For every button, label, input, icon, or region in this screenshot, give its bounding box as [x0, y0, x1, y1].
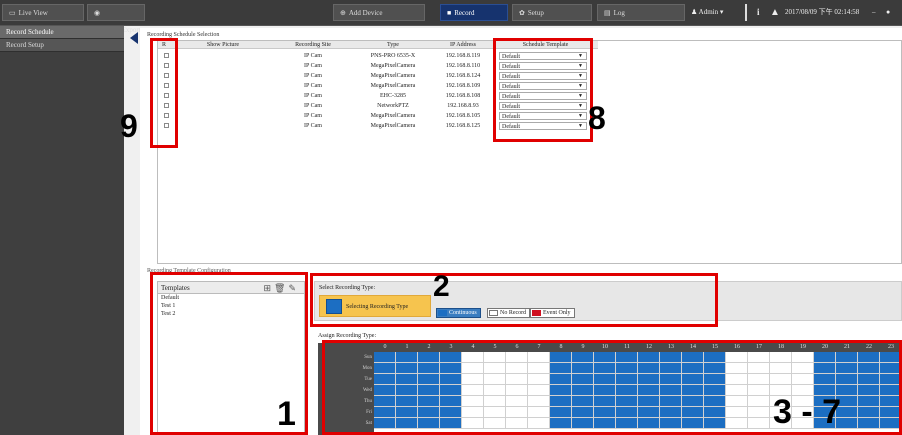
annotation-label-3-7: 3 - 7	[773, 393, 842, 431]
info-icon[interactable]: i	[757, 4, 760, 21]
document-icon: ▤	[604, 9, 611, 17]
type-cell: EHC-3285	[380, 93, 406, 99]
ip-cell: 192.168.8.108	[445, 93, 481, 99]
type-cell: MegaPixelCamera	[370, 123, 416, 129]
recording-site-cell: IP Cam	[304, 113, 322, 119]
ip-cell: 192.168.8.124	[445, 73, 481, 79]
recording-site-cell: IP Cam	[304, 83, 322, 89]
annotation-box-9	[150, 38, 178, 148]
plus-circle-icon: ⊕	[340, 9, 346, 17]
recording-site-cell: IP Cam	[304, 73, 322, 79]
ip-cell: 192.168.8.93	[447, 103, 479, 109]
collapse-sidebar-icon[interactable]	[130, 32, 138, 44]
annotation-box-2	[310, 273, 718, 327]
recording-site-cell: IP Cam	[304, 123, 322, 129]
annotation-label-1: 1	[277, 395, 296, 433]
ip-cell: 192.168.8.110	[445, 63, 481, 69]
type-cell: MegaPixelCamera	[370, 113, 416, 119]
recording-site-cell: IP Cam	[304, 93, 322, 99]
gear-icon: ✿	[519, 9, 525, 17]
ip-cell: 192.168.8.105	[445, 113, 481, 119]
play-circle-icon: ◉	[94, 9, 101, 17]
annotation-label-9: 9	[120, 108, 138, 144]
annotation-box-8	[493, 38, 593, 142]
sidebar: Record Schedule Record Setup	[0, 26, 124, 435]
recording-site-cell: IP Cam	[304, 63, 322, 69]
type-cell: PNS-PRO 6535-X	[370, 53, 416, 59]
user-menu[interactable]: ♟ Admin ▾	[691, 4, 723, 21]
top-nav-bar: ▭Live View ◉Playback/Export ⊕Add Device …	[0, 0, 902, 34]
recording-site-cell: IP Cam	[304, 103, 322, 109]
annotation-label-2: 2	[433, 270, 450, 303]
tab-playback-export[interactable]: ◉Playback/Export	[87, 4, 145, 34]
tab-add-device[interactable]: ⊕ Add Device	[333, 4, 425, 21]
assign-type-label: Assign Recording Type:	[318, 333, 377, 339]
user-icon: ♟	[691, 8, 698, 16]
ip-cell: 192.168.8.119	[445, 53, 481, 59]
pin-icon[interactable]: ●	[886, 4, 890, 21]
monitor-icon: ▭	[9, 9, 16, 17]
tab-log[interactable]: ▤ Log	[597, 4, 685, 21]
ip-cell: 192.168.8.109	[445, 83, 481, 89]
col-header: Type	[387, 42, 399, 48]
sidebar-item-record-schedule[interactable]: Record Schedule	[0, 26, 124, 39]
divider	[745, 4, 747, 21]
col-header: IP Address	[450, 42, 476, 48]
type-cell: MegaPixelCamera	[370, 63, 416, 69]
camera-icon: ■	[447, 9, 452, 17]
minimize-button[interactable]: –	[872, 4, 876, 21]
ip-cell: 192.168.8.125	[445, 123, 481, 129]
warning-icon[interactable]: ▲	[770, 4, 780, 21]
col-header: Recording Site	[295, 42, 331, 48]
col-header: Show Picture	[206, 42, 240, 48]
chevron-down-icon: ▾	[719, 8, 724, 16]
tab-setup[interactable]: ✿ Setup	[512, 4, 592, 21]
tab-record[interactable]: ■ Record	[440, 4, 508, 21]
type-cell: MegaPixelCamera	[370, 73, 416, 79]
tab-live-view[interactable]: ▭ Live View	[2, 4, 84, 21]
type-cell: NetworkPTZ	[377, 103, 409, 109]
clock-display: 2017/08/09 下午 02:14:58	[785, 8, 860, 16]
type-cell: MegaPixelCamera	[370, 83, 416, 89]
sidebar-item-record-setup[interactable]: Record Setup	[0, 39, 124, 52]
recording-site-cell: IP Cam	[304, 53, 322, 59]
annotation-label-8: 8	[588, 100, 606, 136]
